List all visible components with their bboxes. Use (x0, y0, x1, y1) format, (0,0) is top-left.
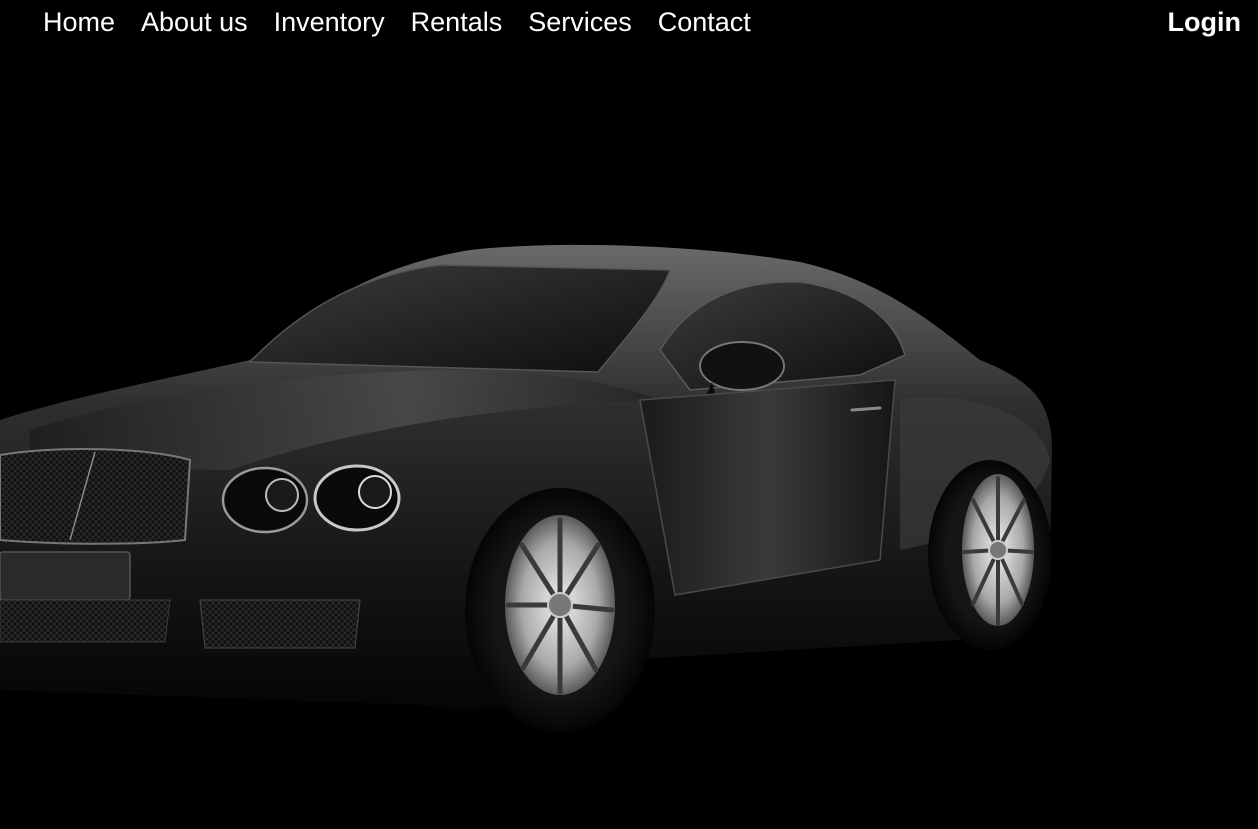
nav-link-inventory[interactable]: Inventory (274, 7, 385, 37)
nav-item-services: Services (528, 6, 632, 38)
nav-menu: Home About us Inventory Rentals Services… (43, 6, 777, 38)
nav-link-home[interactable]: Home (43, 7, 115, 37)
hero-car-image (0, 0, 1258, 829)
nav-link-about-us[interactable]: About us (141, 7, 248, 37)
nav-link-rentals[interactable]: Rentals (411, 7, 503, 37)
nav-link-contact[interactable]: Contact (658, 7, 751, 37)
login-link[interactable]: Login (1168, 6, 1241, 38)
nav-item-contact: Contact (658, 6, 751, 38)
nav-item-home: Home (43, 6, 115, 38)
nav-link-services[interactable]: Services (528, 7, 632, 37)
nav-item-about-us: About us (141, 6, 248, 38)
nav-item-rentals: Rentals (411, 6, 503, 38)
top-navigation: Home About us Inventory Rentals Services… (0, 0, 1258, 46)
page: Home About us Inventory Rentals Services… (0, 0, 1258, 829)
nav-item-inventory: Inventory (274, 6, 385, 38)
